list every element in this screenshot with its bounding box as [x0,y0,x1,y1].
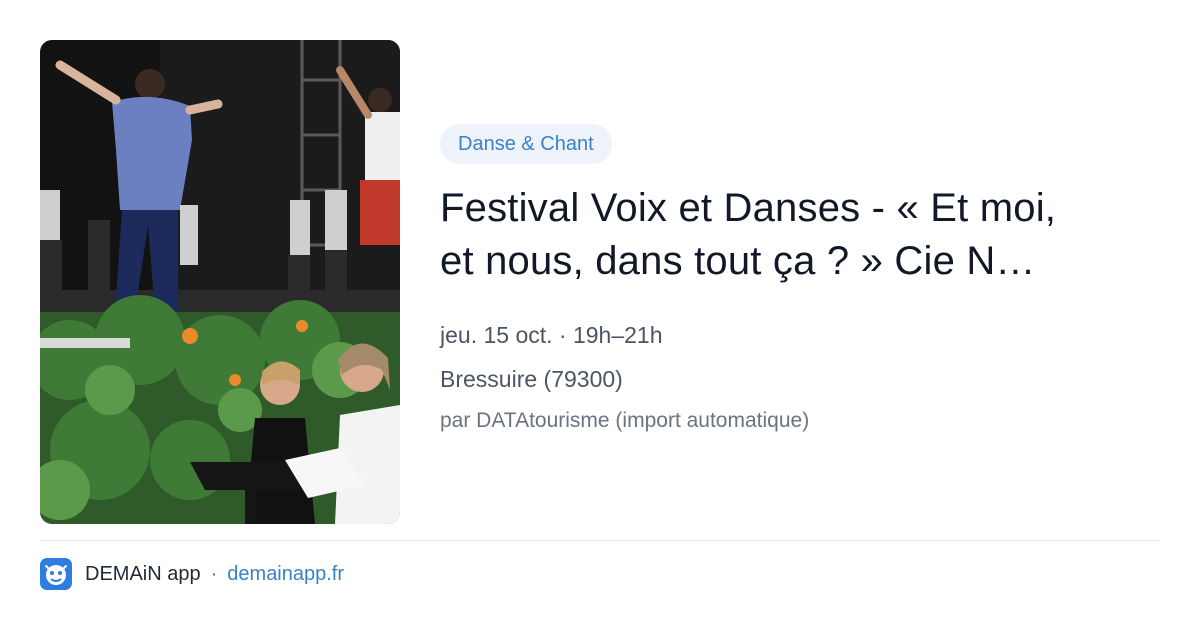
footer: DEMAiN app · demainapp.fr [40,558,344,590]
category-badge[interactable]: Danse & Chant [440,124,612,164]
event-source: par DATAtourisme (import automatique) [440,409,810,432]
event-title-line-2: et nous, dans tout ça ? » Cie N… [440,239,1036,283]
demain-app-icon [40,558,72,590]
event-title-line-1: Festival Voix et Danses - « Et moi, [440,186,1057,230]
footer-divider [40,540,1160,541]
app-name: DEMAiN app [85,562,201,585]
footer-separator: · [210,562,218,585]
event-location: Bressuire (79300) [440,366,623,392]
event-datetime: jeu. 15 oct. · 19h–21h [440,322,663,348]
event-details: Danse & Chant Festival Voix et Danses - … [440,124,1160,441]
event-title[interactable]: Festival Voix et Danses - « Et moi, et n… [440,182,1160,288]
app-domain-link[interactable]: demainapp.fr [227,563,344,586]
event-photo [40,40,400,524]
